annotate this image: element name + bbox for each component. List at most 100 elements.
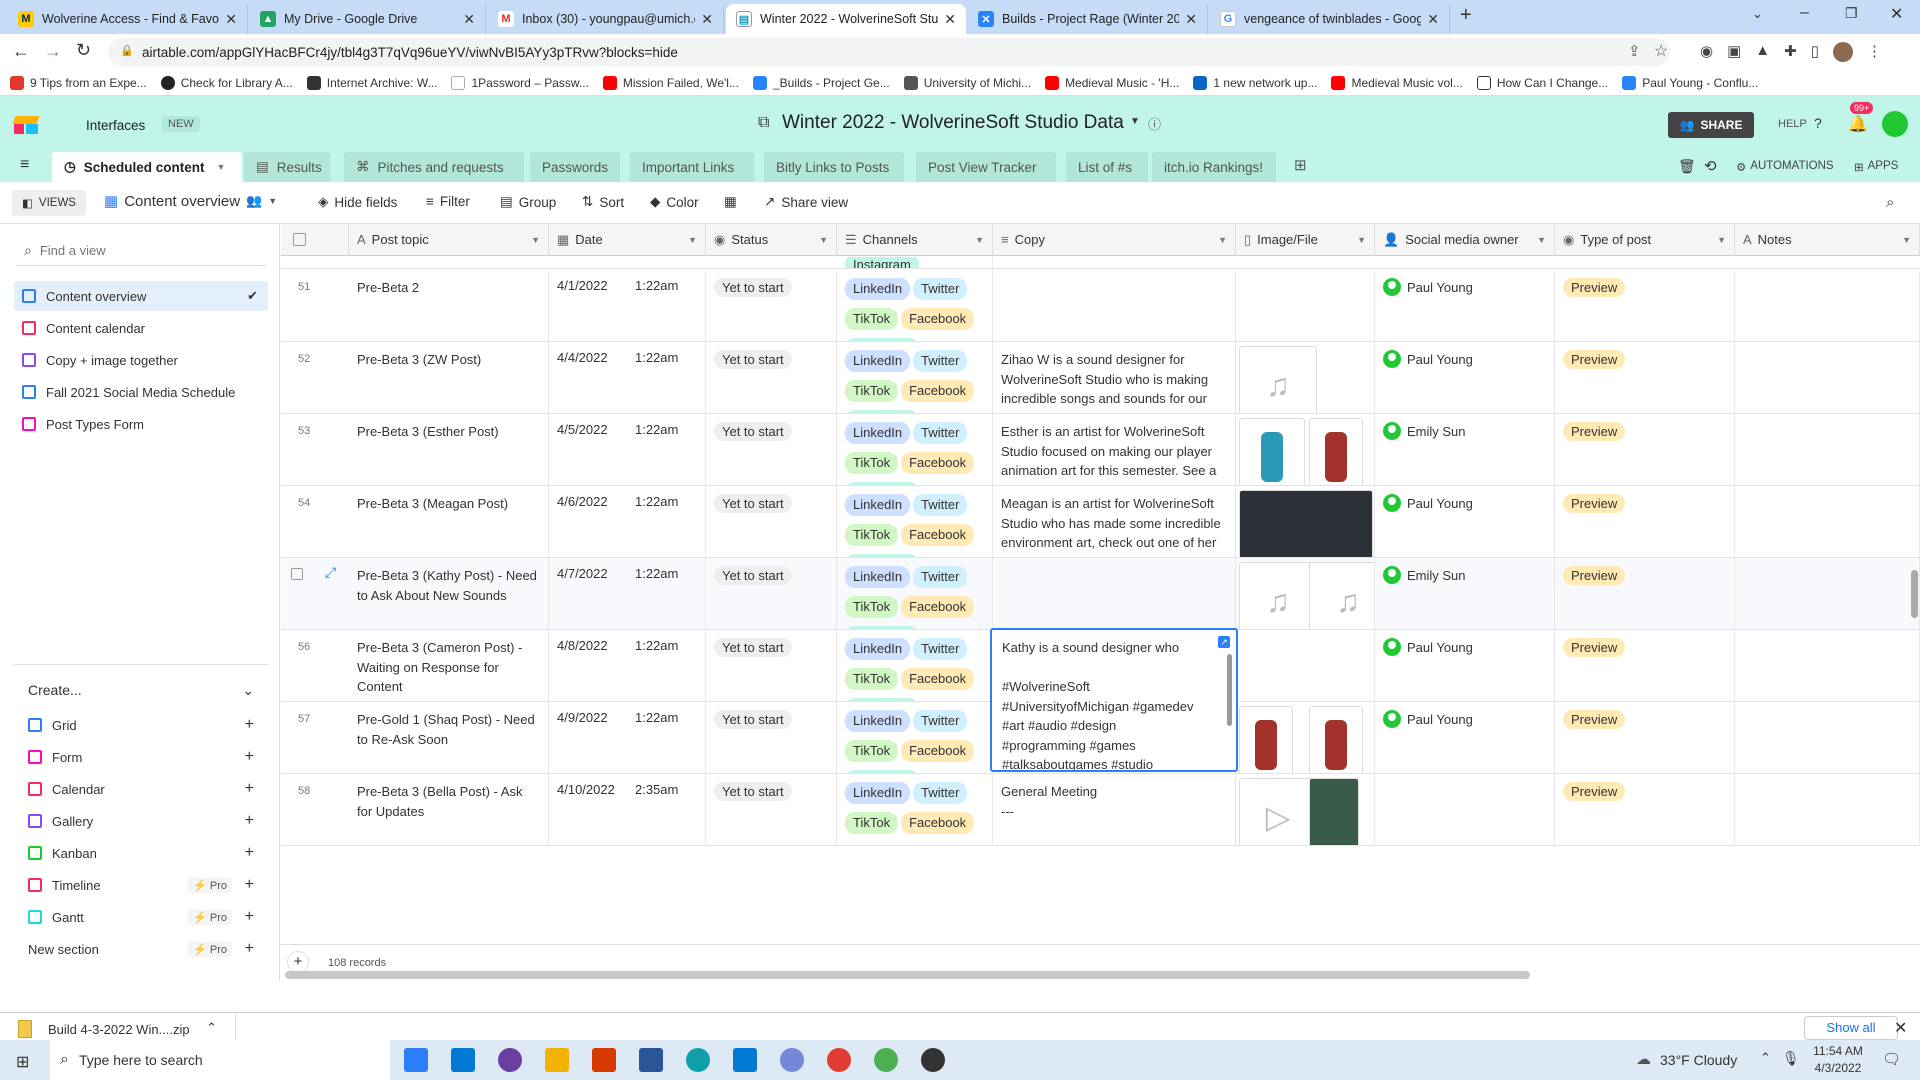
interfaces-link[interactable]: Interfaces (86, 118, 145, 133)
create-gallery[interactable]: Gallery + (28, 807, 254, 835)
channels-cell[interactable]: LinkedInTwitter TikTokFacebook Instagram (837, 486, 993, 557)
microphone-icon[interactable]: 🎙 (1782, 1050, 1800, 1067)
bookmark-item[interactable]: _Builds - Project Ge... (752, 75, 890, 90)
vscode-icon[interactable] (733, 1048, 757, 1072)
notes-cell[interactable] (1735, 414, 1920, 485)
channels-cell[interactable]: LinkedInTwitter TikTokFacebook Instagram (837, 414, 993, 485)
bookmark-item[interactable]: Paul Young - Conflu... (1622, 75, 1758, 90)
lock-icon[interactable]: 🔒 (120, 44, 134, 57)
tab-important-links[interactable]: Important Links (630, 152, 754, 182)
type-cell[interactable]: Preview (1555, 342, 1735, 413)
post-topic-cell[interactable]: Pre-Beta 3 (ZW Post) (349, 342, 549, 413)
audio-file-icon[interactable]: ♫ (1239, 346, 1317, 413)
owner-cell[interactable]: Paul Young (1375, 270, 1555, 341)
airtable-logo-icon[interactable] (12, 116, 40, 134)
copy-cell[interactable]: Zihao W is a sound designer for Wolverin… (993, 342, 1236, 413)
filter-button[interactable]: ≡ Filter (426, 194, 470, 209)
tab-scheduled-content[interactable]: ◷ Scheduled content ▼ (52, 152, 242, 182)
image-thumbnail[interactable] (1239, 490, 1373, 557)
status-cell[interactable]: Yet to start (706, 558, 837, 629)
views-toggle-button[interactable]: ◧ VIEWS (12, 190, 86, 216)
copy-cell[interactable]: Esther is an artist for WolverineSoft St… (993, 414, 1236, 485)
status-cell[interactable]: Yet to start (706, 486, 837, 557)
tab-results[interactable]: ▤ Results (244, 152, 330, 182)
obs-icon[interactable] (921, 1048, 945, 1072)
copy-cell[interactable] (993, 270, 1236, 341)
type-cell[interactable]: Preview (1555, 270, 1735, 341)
row-number-cell[interactable]: 58 (281, 774, 349, 845)
reload-icon[interactable]: ↻ (76, 40, 91, 61)
bookmark-item[interactable]: University of Michi... (903, 75, 1031, 90)
channels-cell[interactable]: LinkedInTwitter TikTokFacebook Instagram (837, 270, 993, 341)
notes-cell[interactable] (1735, 486, 1920, 557)
bookmark-star-icon[interactable]: ☆ (1654, 41, 1668, 61)
owner-cell[interactable] (1375, 774, 1555, 845)
bookmark-item[interactable]: 1 new network up... (1193, 75, 1317, 90)
info-icon[interactable]: ⓘ (1148, 114, 1161, 133)
horizontal-scrollbar[interactable] (285, 971, 1530, 979)
notifications-icon[interactable]: 🗨 (1882, 1050, 1901, 1068)
browser-tab[interactable]: ▲ My Drive - Google Drive ✕ (250, 4, 486, 34)
image-thumbnail[interactable] (1309, 706, 1363, 773)
type-cell[interactable]: Preview (1555, 414, 1735, 485)
header-select-all[interactable] (281, 224, 349, 256)
office-icon[interactable] (592, 1048, 616, 1072)
chevron-down-icon[interactable]: ▼ (819, 235, 828, 245)
post-topic-cell[interactable]: Pre-Beta 3 (Kathy Post) - Need to Ask Ab… (349, 558, 549, 629)
file-explorer-icon[interactable] (545, 1048, 569, 1072)
create-calendar[interactable]: Calendar + (28, 775, 254, 803)
app-icon[interactable] (498, 1048, 522, 1072)
tab-pitches[interactable]: ⌘ Pitches and requests (344, 152, 524, 182)
help-icon[interactable]: ? (1814, 115, 1822, 131)
audio-file-icon[interactable]: ♫ (1309, 562, 1374, 629)
browser-tab[interactable]: G vengeance of twinblades - Googl ✕ (1210, 4, 1450, 34)
column-header-type[interactable]: ◉ Type of post ▼ (1555, 224, 1735, 256)
status-cell[interactable]: Yet to start (706, 270, 837, 341)
image-file-cell[interactable] (1236, 630, 1375, 701)
row-number-cell[interactable]: 51 (281, 270, 349, 341)
chevron-down-icon[interactable]: ▼ (1218, 235, 1227, 245)
close-icon[interactable]: ✕ (225, 11, 237, 28)
trash-icon[interactable]: 🗑 (1678, 158, 1696, 175)
sidebar-view-post-types-form[interactable]: Post Types Form (14, 409, 268, 439)
add-record-plus-icon[interactable]: + (287, 951, 309, 973)
edge-icon[interactable] (686, 1048, 710, 1072)
status-cell[interactable]: Yet to start (706, 342, 837, 413)
share-button[interactable]: 👥 SHARE (1668, 112, 1754, 138)
column-header-image-file[interactable]: ▯ Image/File ▼ (1236, 224, 1375, 256)
notes-cell[interactable] (1735, 702, 1920, 773)
tab-list-of-hashtags[interactable]: List of #s (1066, 152, 1148, 182)
help-link[interactable]: HELP (1778, 118, 1807, 130)
bookmark-item[interactable]: Mission Failed, We'l... (602, 75, 739, 90)
tray-chevron-icon[interactable]: ⌃ (1760, 1050, 1771, 1066)
table-row[interactable]: 58 Pre-Beta 3 (Bella Post) - Ask for Upda… (281, 774, 1920, 846)
channels-cell[interactable]: LinkedInTwitter TikTokFacebook Instagram (837, 702, 993, 773)
download-filename[interactable]: Build 4-3-2022 Win....zip (48, 1022, 190, 1037)
view-switcher[interactable]: ▦ Content overview 👥 ▼ (104, 192, 277, 211)
close-icon[interactable]: ✕ (463, 11, 475, 28)
mail-icon[interactable] (451, 1048, 475, 1072)
create-form[interactable]: Form + (28, 743, 254, 771)
hamburger-menu-icon[interactable]: ≡ (20, 156, 29, 174)
close-icon[interactable]: ✕ (701, 11, 713, 28)
post-topic-cell[interactable]: Pre-Beta 3 (Meagan Post) (349, 486, 549, 557)
copy-cell[interactable]: General Meeting --- (993, 774, 1236, 845)
base-title[interactable]: Winter 2022 - WolverineSoft Studio Data (782, 112, 1124, 134)
bookmark-item[interactable]: How Can I Change... (1476, 75, 1608, 90)
table-row[interactable]: 51 Pre-Beta 2 4/1/2022 1:22am Yet to start Li… (281, 270, 1920, 342)
notes-cell[interactable] (1735, 630, 1920, 701)
status-cell[interactable]: Yet to start (706, 630, 837, 701)
minimize-icon[interactable]: – (1800, 4, 1809, 22)
post-topic-cell[interactable]: Pre-Beta 3 (Cameron Post) - Waiting on R… (349, 630, 549, 701)
table-row[interactable]: ⤢ Pre-Beta 3 (Kathy Post) - Need to Ask A… (281, 558, 1920, 630)
close-icon[interactable]: ✕ (1894, 1018, 1907, 1038)
row-number-cell[interactable]: ⤢ (281, 558, 349, 629)
image-file-cell[interactable] (1236, 702, 1375, 773)
type-cell[interactable]: Preview (1555, 558, 1735, 629)
extension-icon[interactable]: ▲ (1755, 42, 1770, 62)
table-row[interactable]: 53 Pre-Beta 3 (Esther Post) 4/5/2022 1:22am… (281, 414, 1920, 486)
type-cell[interactable]: Preview (1555, 774, 1735, 845)
audio-file-icon[interactable]: ♫ (1239, 562, 1317, 629)
maximize-icon[interactable]: ❐ (1845, 5, 1858, 22)
owner-cell[interactable]: Paul Young (1375, 630, 1555, 701)
